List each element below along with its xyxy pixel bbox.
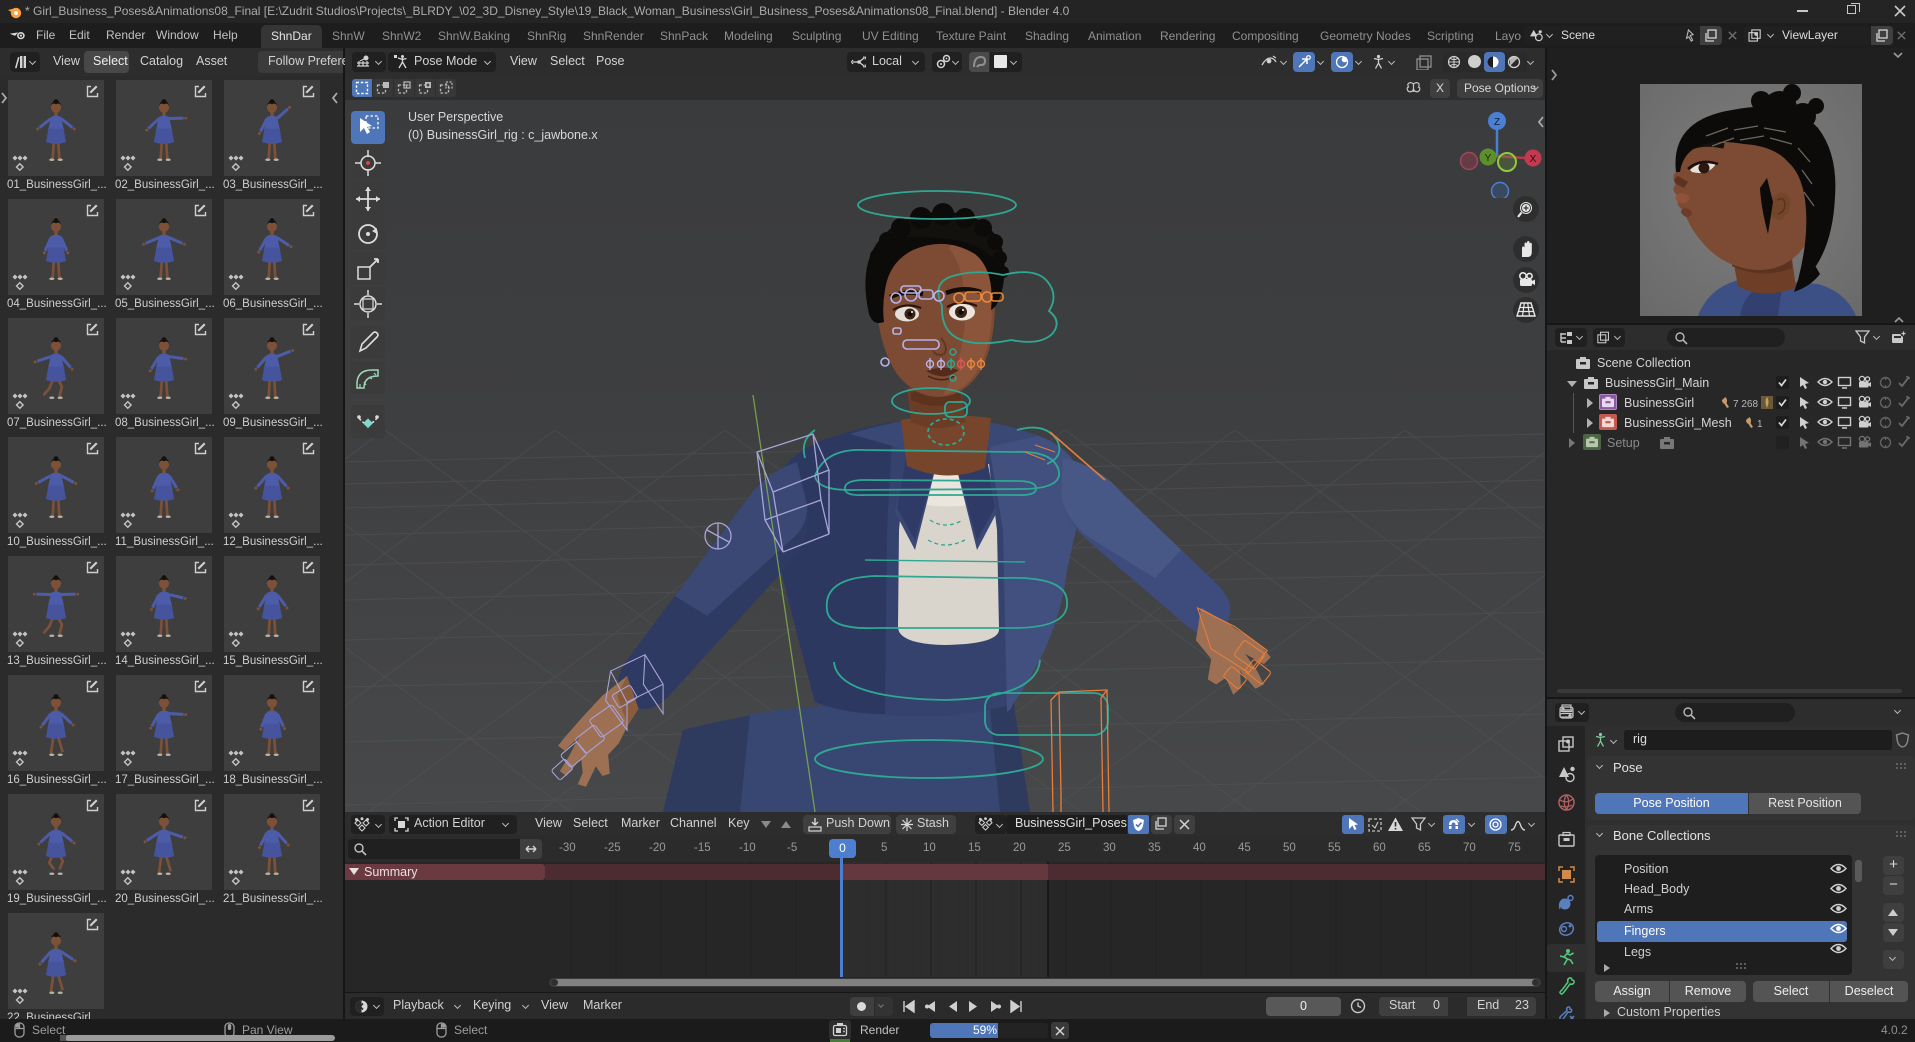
svg-text:Z: Z bbox=[1494, 117, 1500, 128]
svg-text:X: X bbox=[1530, 154, 1537, 165]
svg-text:Y: Y bbox=[1485, 153, 1492, 164]
